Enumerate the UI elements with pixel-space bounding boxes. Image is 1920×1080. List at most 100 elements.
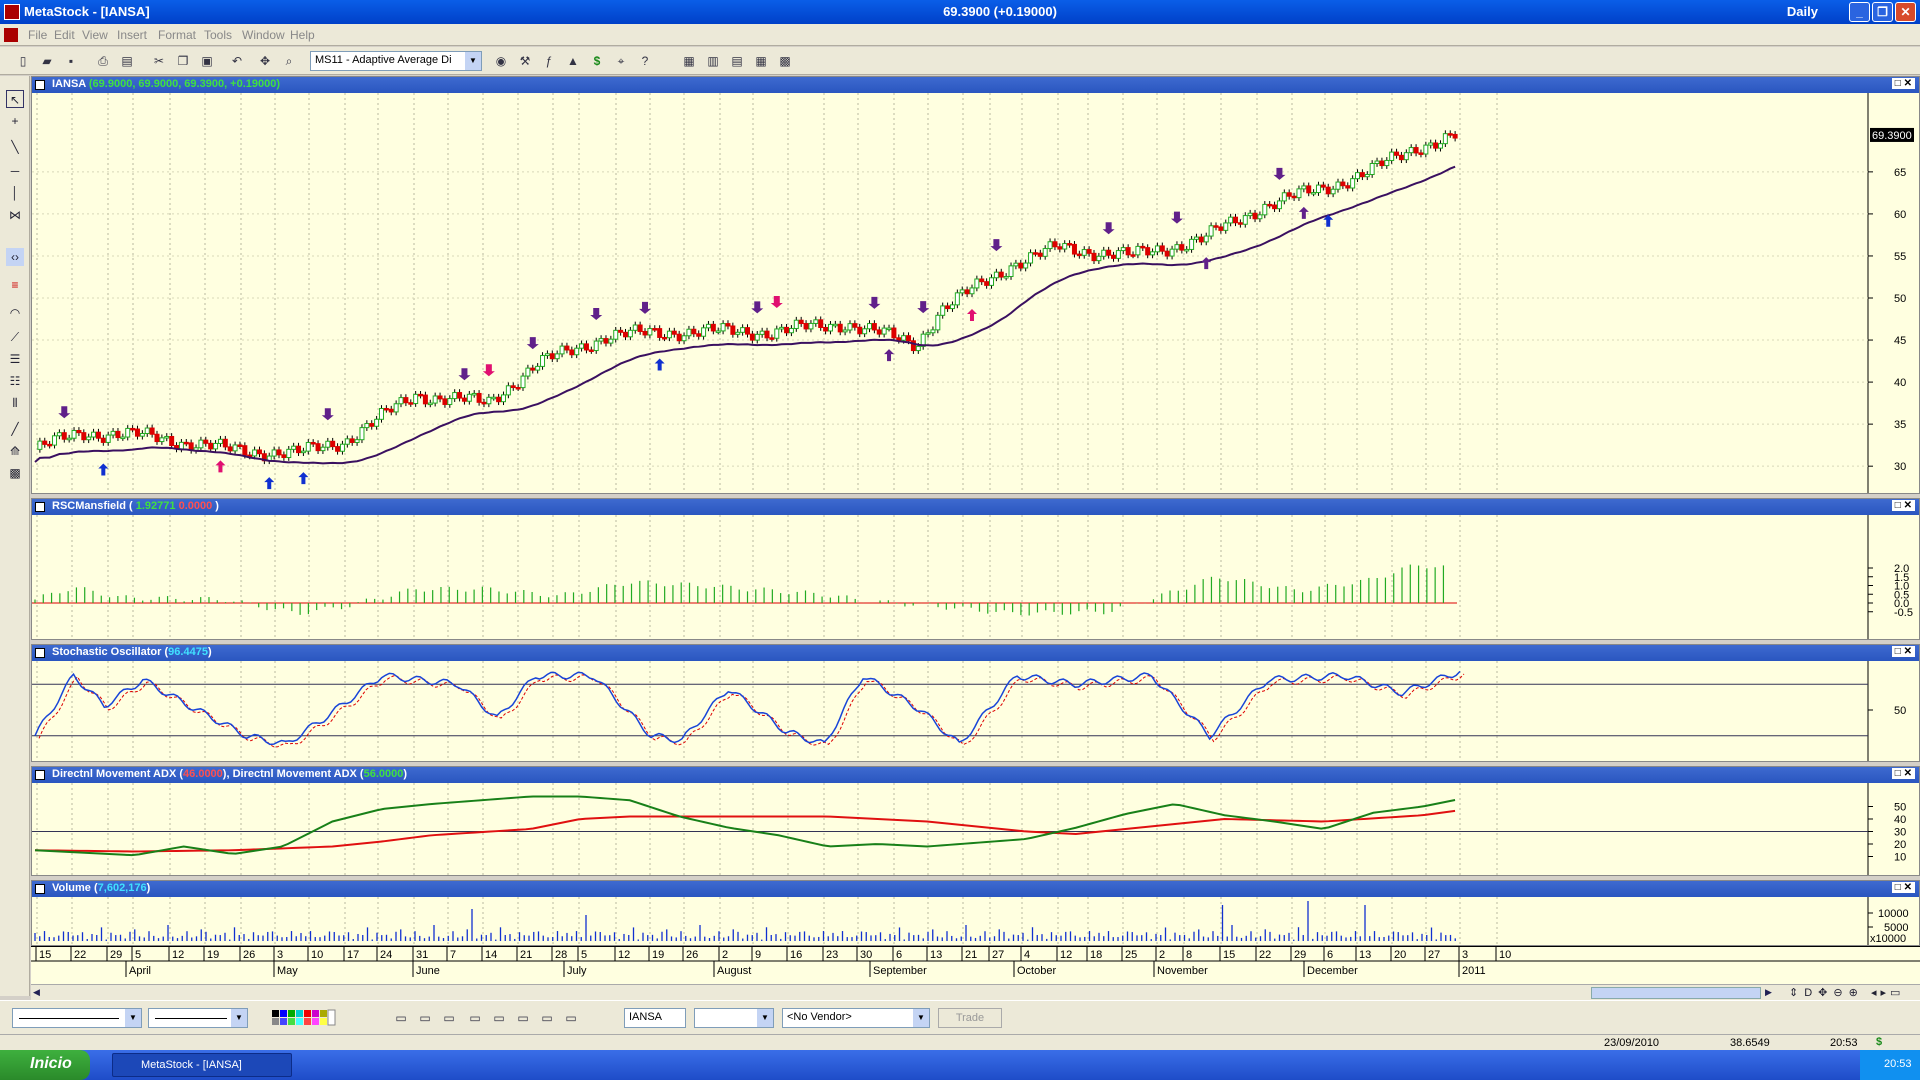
vertical-line-icon[interactable]: │ (6, 184, 24, 202)
channel-icon[interactable]: ‹› (6, 248, 24, 266)
menu-help[interactable]: Help (290, 28, 315, 42)
tile-vertical-icon[interactable]: ▥ (704, 52, 722, 70)
price-chart[interactable]: 65 60 55 50 45 40 35 30 69.3900 (32, 93, 1920, 493)
swatch[interactable] (304, 1018, 311, 1025)
line-weight-select[interactable]: ▼ (148, 1008, 248, 1028)
minimize-button[interactable]: _ (1849, 2, 1870, 22)
cycle-icon[interactable]: ⋈ (6, 206, 24, 224)
swatch[interactable] (327, 1009, 336, 1026)
cascade-icon[interactable]: ▦ (680, 52, 698, 70)
layout-icon[interactable]: ▩ (776, 52, 794, 70)
volume-pane[interactable]: Volume (7,602,176) □ ✕ 10000 5000 x10000 (31, 880, 1920, 946)
line-tool-icon[interactable]: ╱ (6, 420, 24, 438)
chart-style-icon[interactable]: ▭ (490, 1009, 508, 1027)
vendor-select[interactable]: <No Vendor> ▼ (782, 1008, 930, 1028)
expert-advisor-icon[interactable]: ◉ (492, 52, 510, 70)
swatch[interactable] (288, 1018, 295, 1025)
tile-grid-icon[interactable]: ▦ (752, 52, 770, 70)
chevron-down-icon[interactable]: ▼ (757, 1009, 773, 1027)
chevron-down-icon[interactable]: ▼ (231, 1009, 247, 1027)
system-tester-icon[interactable]: ▲ (564, 52, 582, 70)
chart-style-icon[interactable]: ▭ (562, 1009, 580, 1027)
swatch[interactable] (272, 1018, 279, 1025)
swatch[interactable] (288, 1010, 295, 1017)
formula-icon[interactable]: ƒ (540, 52, 558, 70)
chart-style-icon[interactable]: ▭ (538, 1009, 556, 1027)
menu-edit[interactable]: Edit (54, 28, 75, 42)
swatch[interactable] (320, 1018, 327, 1025)
print-icon[interactable]: ⎙ (94, 52, 112, 70)
menu-window[interactable]: Window (242, 28, 285, 42)
chart-style-icon[interactable]: ▭ (466, 1009, 484, 1027)
chart-style-icon[interactable]: ▭ (392, 1009, 410, 1027)
chart-style-icon[interactable]: ▭ (416, 1009, 434, 1027)
app-icon[interactable] (4, 4, 20, 20)
stochastic-pane[interactable]: Stochastic Oscillator (96.4475) □ ✕ 50 (31, 644, 1920, 762)
horizontal-line-icon[interactable]: ─ (6, 162, 24, 180)
color-palette-swatches[interactable] (272, 1009, 352, 1027)
trade-button[interactable]: Trade (938, 1008, 1002, 1028)
menu-format[interactable]: Format (158, 28, 196, 42)
speed-lines-icon[interactable]: ≡ (6, 276, 24, 294)
swatch[interactable] (304, 1010, 311, 1017)
gann-icon[interactable]: ⟰ (6, 442, 24, 460)
chart-nav-icons[interactable]: ⇕D✥⊖⊕ (1789, 986, 1864, 999)
swatch[interactable] (320, 1010, 327, 1017)
pane-window-buttons[interactable]: □ ✕ (1891, 646, 1915, 657)
taskbar-item-metastock[interactable]: MetaStock - [IANSA] (112, 1053, 292, 1077)
save-icon[interactable]: ▪ (62, 52, 80, 70)
volume-chart[interactable]: 100005000x10000 (32, 897, 1920, 945)
trendline-icon[interactable]: ╲ (6, 138, 24, 156)
chart-style-icon[interactable]: ▭ (440, 1009, 458, 1027)
start-button[interactable]: Inicio (0, 1050, 90, 1080)
scroll-left-icon[interactable]: ◀ (33, 987, 45, 999)
fibonacci-arc-icon[interactable]: ◠ (6, 304, 24, 322)
swatch[interactable] (312, 1018, 319, 1025)
cross-icon[interactable]: + (6, 112, 24, 130)
new-icon[interactable]: ▯ (14, 52, 32, 70)
adx-pane[interactable]: Directnl Movement ADX (46.0000), Directn… (31, 766, 1920, 876)
restore-button[interactable]: ❐ (1872, 2, 1893, 22)
swatch[interactable] (296, 1010, 303, 1017)
symbol-input[interactable]: IANSA (624, 1008, 686, 1028)
time-zones-icon[interactable]: ⦀ (6, 394, 24, 412)
swatch[interactable] (272, 1010, 279, 1017)
fib-levels-icon[interactable]: ☷ (6, 372, 24, 390)
menu-view[interactable]: View (82, 28, 108, 42)
expert-select[interactable]: MS11 - Adaptive Average Di ▼ (310, 51, 482, 71)
pane-window-buttons[interactable]: □ ✕ (1891, 500, 1915, 511)
horizontal-scrollbar[interactable]: ◀ ▶ ⇕D✥⊖⊕ ◂▸▭ (31, 984, 1920, 1000)
cut-icon[interactable]: ✂ (150, 52, 168, 70)
swatch[interactable] (280, 1010, 287, 1017)
copy-icon[interactable]: ❐ (174, 52, 192, 70)
print-preview-icon[interactable]: ▤ (118, 52, 136, 70)
rsc-chart[interactable]: 2.01.51.00.50.0-0.5 (32, 515, 1920, 639)
undo-icon[interactable]: ↶ (228, 52, 246, 70)
menu-tools[interactable]: Tools (204, 28, 232, 42)
page-nav-icons[interactable]: ◂▸▭ (1871, 986, 1904, 999)
price-pane[interactable]: IANSA (69.9000, 69.9000, 69.3900, +0.190… (31, 76, 1920, 494)
menu-insert[interactable]: Insert (117, 28, 147, 42)
tile-horizontal-icon[interactable]: ▤ (728, 52, 746, 70)
swatch[interactable] (312, 1010, 319, 1017)
scroll-right-icon[interactable]: ▶ (1765, 987, 1777, 999)
pointer-icon[interactable]: ↖ (6, 90, 24, 108)
pane-window-buttons[interactable]: □ ✕ (1891, 78, 1915, 89)
adx-chart[interactable]: 5040302010 (32, 783, 1920, 875)
chart-style-icon[interactable]: ▭ (514, 1009, 532, 1027)
indicator-builder-icon[interactable]: ⚒ (516, 52, 534, 70)
grid-icon[interactable]: ▩ (6, 464, 24, 482)
dollar-icon[interactable]: $ (588, 52, 606, 70)
pane-window-buttons[interactable]: □ ✕ (1891, 882, 1915, 893)
stochastic-chart[interactable]: 50 (32, 661, 1920, 761)
help-pointer-icon[interactable]: ? (636, 52, 654, 70)
line-style-select[interactable]: ▼ (12, 1008, 142, 1028)
color-palette[interactable] (272, 1009, 352, 1027)
rsc-pane[interactable]: RSCMansfield ( 1.92771 0.0000 ) □ ✕ 2.0 1.… (31, 498, 1920, 640)
retracement-icon[interactable]: ☰ (6, 350, 24, 368)
security-select[interactable]: ▼ (694, 1008, 774, 1028)
chevron-down-icon[interactable]: ▼ (465, 52, 481, 70)
swatch[interactable] (296, 1018, 303, 1025)
close-button[interactable]: ✕ (1895, 2, 1916, 22)
open-icon[interactable]: ▰ (38, 52, 56, 70)
